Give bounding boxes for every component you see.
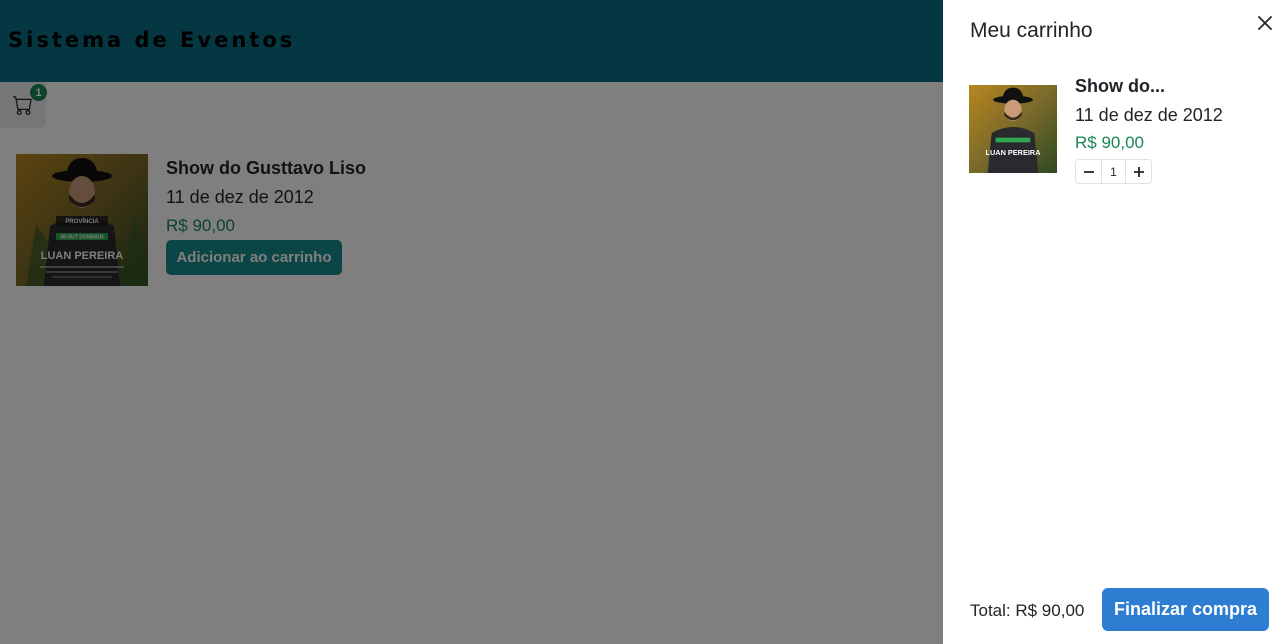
cart-item-title: Show do... bbox=[1075, 76, 1165, 96]
offcanvas-title: Meu carrinho bbox=[970, 19, 1093, 42]
increment-button[interactable] bbox=[1126, 160, 1151, 183]
offcanvas-backdrop[interactable] bbox=[0, 0, 943, 644]
minus-icon bbox=[1083, 170, 1094, 173]
cart-item: LUAN PEREIRA Show do... 11 de dez de 201… bbox=[969, 76, 1269, 186]
cart-offcanvas: Meu carrinho LUAN PEREIRA Show do... 11 … bbox=[943, 0, 1284, 644]
decrement-button[interactable] bbox=[1076, 160, 1101, 183]
cart-item-date: 11 de dez de 2012 bbox=[1075, 105, 1223, 125]
close-icon bbox=[1258, 16, 1272, 30]
cart-item-image: LUAN PEREIRA bbox=[969, 85, 1057, 173]
quantity-stepper: 1 bbox=[1075, 159, 1152, 184]
close-button[interactable] bbox=[1254, 12, 1276, 34]
checkout-button[interactable]: Finalizar compra bbox=[1102, 588, 1269, 631]
cart-total: Total: R$ 90,00 bbox=[970, 601, 1085, 620]
cart-poster-headline: LUAN PEREIRA bbox=[986, 148, 1042, 157]
cart-item-price: R$ 90,00 bbox=[1075, 133, 1144, 152]
quantity-value[interactable]: 1 bbox=[1101, 160, 1126, 183]
plus-icon bbox=[1133, 166, 1144, 177]
